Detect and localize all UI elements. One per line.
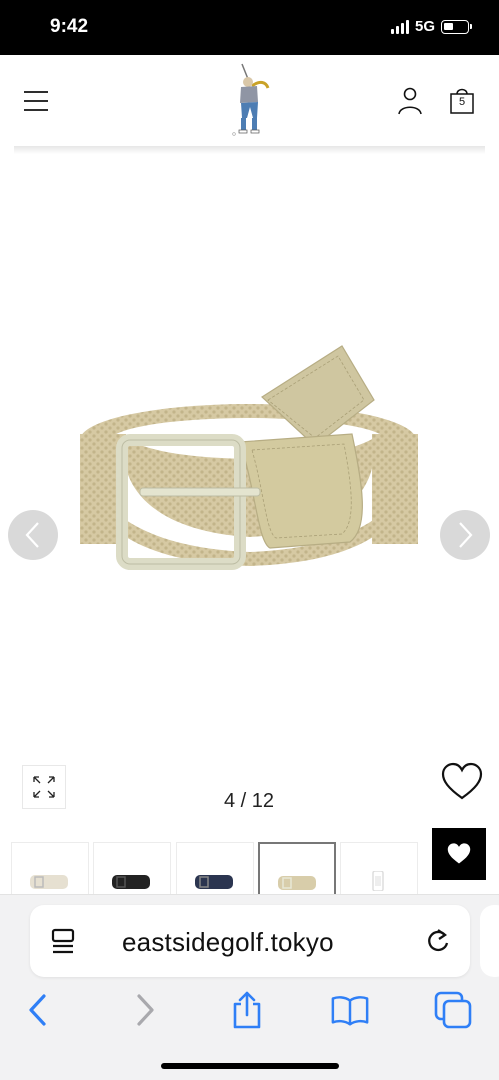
chevron-right-icon xyxy=(459,522,473,548)
status-bar: 9:42 5G xyxy=(0,0,499,55)
floating-wishlist-button[interactable] xyxy=(432,828,486,880)
thumbnail-strip[interactable] xyxy=(0,842,499,894)
thumbnail-1[interactable] xyxy=(11,842,89,894)
forward-button[interactable] xyxy=(125,990,165,1030)
battery-icon xyxy=(441,19,472,34)
wishlist-button[interactable] xyxy=(440,762,484,802)
page-menu-button[interactable] xyxy=(48,927,78,957)
thumbnail-5[interactable] xyxy=(340,842,418,894)
product-gallery[interactable]: 4 / 12 xyxy=(0,160,499,840)
thumbnail-2[interactable] xyxy=(93,842,171,894)
hamburger-icon xyxy=(24,91,48,111)
share-icon xyxy=(233,991,261,1029)
person-icon xyxy=(398,87,422,115)
hamburger-menu-button[interactable] xyxy=(22,89,50,113)
tabs-button[interactable] xyxy=(433,990,473,1030)
header-shadow xyxy=(14,146,485,154)
tabs-icon xyxy=(434,991,472,1029)
url-text: eastsidegolf.tokyo xyxy=(122,927,334,957)
counter-separator: / xyxy=(240,790,247,812)
previous-image-button[interactable] xyxy=(8,510,58,560)
heart-filled-icon xyxy=(447,843,471,864)
page-menu-icon xyxy=(51,928,75,954)
counter-current: 4 xyxy=(223,790,236,812)
network-label: 5G xyxy=(414,18,435,35)
forward-icon xyxy=(137,994,154,1026)
chevron-left-icon xyxy=(25,522,39,548)
share-button[interactable] xyxy=(227,990,267,1030)
back-button[interactable] xyxy=(18,990,58,1030)
status-time: 9:42 xyxy=(50,16,89,37)
expand-image-button[interactable] xyxy=(22,765,66,809)
bookmarks-icon xyxy=(331,996,369,1026)
next-image-button[interactable] xyxy=(440,510,490,560)
thumbnail-3[interactable] xyxy=(176,842,254,894)
woven-belt-image xyxy=(80,342,420,570)
thumbnail-4-active[interactable] xyxy=(258,842,336,894)
account-button[interactable] xyxy=(395,86,425,116)
reload-button[interactable] xyxy=(423,926,453,956)
cart-button[interactable]: 5 xyxy=(447,86,477,116)
heart-outline-icon xyxy=(441,762,483,800)
image-counter: 4 / 12 xyxy=(199,790,299,813)
golfer-logo-icon[interactable] xyxy=(222,60,272,140)
back-icon xyxy=(29,994,46,1026)
status-indicators: 5G xyxy=(390,18,472,35)
counter-total: 12 xyxy=(251,790,275,812)
reload-icon xyxy=(428,929,449,952)
address-bar[interactable]: eastsidegolf.tokyo xyxy=(30,905,470,977)
signal-icon xyxy=(390,19,409,34)
next-tab-peek[interactable] xyxy=(480,905,499,977)
expand-arrows-icon xyxy=(33,776,55,798)
home-indicator[interactable] xyxy=(161,1063,339,1069)
bookmarks-button[interactable] xyxy=(330,990,370,1030)
cart-count-badge: 5 xyxy=(458,96,466,108)
